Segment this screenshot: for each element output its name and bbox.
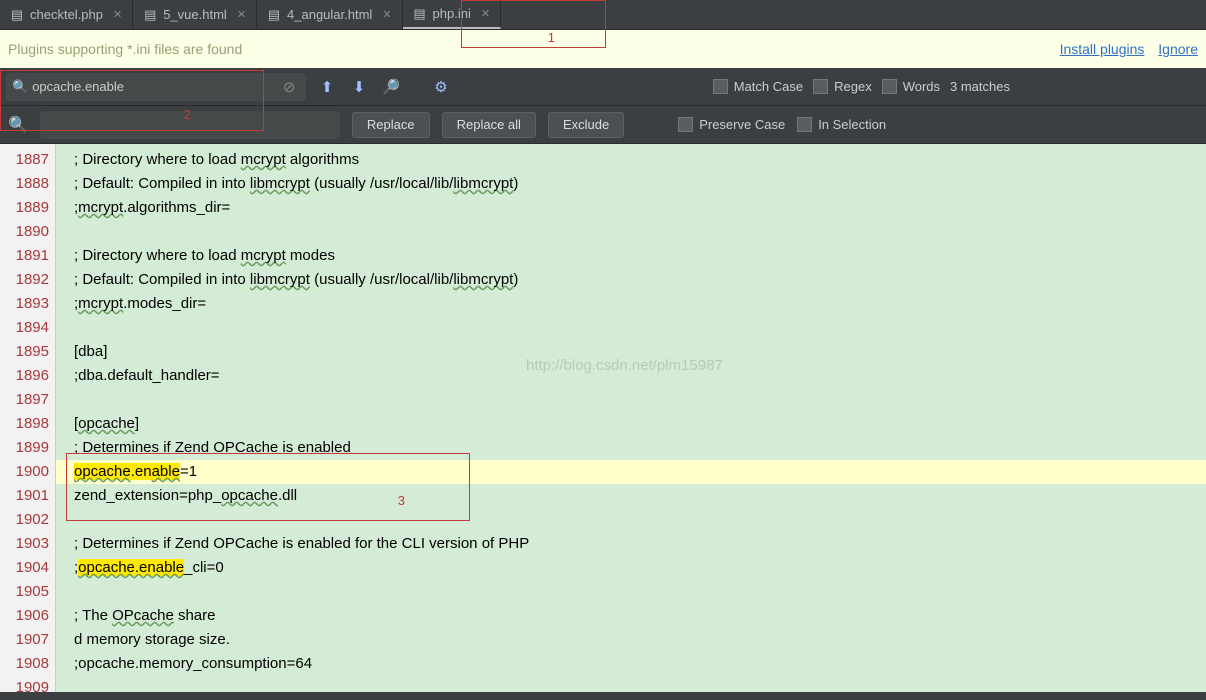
- notification-text: Plugins supporting *.ini files are found: [8, 41, 242, 57]
- in-selection-checkbox[interactable]: In Selection: [797, 117, 886, 132]
- tab-label: checktel.php: [30, 7, 103, 22]
- preserve-case-checkbox[interactable]: Preserve Case: [678, 117, 785, 132]
- tab-phpini[interactable]: ▤ php.ini ✕: [403, 0, 502, 29]
- line-number: 1897: [0, 388, 49, 412]
- line-number: 1890: [0, 220, 49, 244]
- regex-label: Regex: [834, 79, 872, 94]
- search-field-wrap: 🔍 ⊘: [6, 73, 306, 101]
- line-number: 1907: [0, 628, 49, 652]
- match-count: 3 matches: [950, 79, 1010, 94]
- line-number: 1895: [0, 340, 49, 364]
- line-number: 1909: [0, 676, 49, 700]
- preserve-case-label: Preserve Case: [699, 117, 785, 132]
- file-icon: ▤: [143, 8, 157, 22]
- close-icon[interactable]: ✕: [113, 8, 122, 21]
- line-number: 1896: [0, 364, 49, 388]
- line-number: 1899: [0, 436, 49, 460]
- replace-all-button[interactable]: Replace all: [442, 112, 536, 138]
- line-number: 1892: [0, 268, 49, 292]
- line-number: 1906: [0, 604, 49, 628]
- tab-angular[interactable]: ▤ 4_angular.html ✕: [257, 0, 403, 29]
- line-number: 1887: [0, 148, 49, 172]
- prev-match-icon[interactable]: ⬆: [316, 78, 338, 96]
- search-icon: 🔍: [12, 79, 28, 95]
- code-area[interactable]: http://blog.csdn.net/plm15987 ; Director…: [56, 144, 1206, 692]
- search-input[interactable]: [32, 79, 278, 94]
- file-icon: ▤: [10, 8, 24, 22]
- close-icon[interactable]: ✕: [481, 7, 490, 20]
- tab-vue[interactable]: ▤ 5_vue.html ✕: [133, 0, 257, 29]
- editor: 1887188818891890189118921893189418951896…: [0, 144, 1206, 692]
- close-icon[interactable]: ✕: [382, 8, 391, 21]
- replace-button[interactable]: Replace: [352, 112, 430, 138]
- line-number: 1904: [0, 556, 49, 580]
- in-selection-label: In Selection: [818, 117, 886, 132]
- ignore-link[interactable]: Ignore: [1158, 41, 1198, 57]
- clear-icon[interactable]: ⊘: [278, 78, 300, 96]
- tab-checktel[interactable]: ▤ checktel.php ✕: [0, 0, 133, 29]
- notification-links: Install plugins Ignore: [1050, 41, 1198, 57]
- tab-bar: ▤ checktel.php ✕ ▤ 5_vue.html ✕ ▤ 4_angu…: [0, 0, 1206, 30]
- line-number: 1894: [0, 316, 49, 340]
- find-all-icon[interactable]: 🔎: [380, 78, 402, 96]
- plugin-notification: Plugins supporting *.ini files are found…: [0, 30, 1206, 68]
- replace-bar: 🔍 Replace Replace all Exclude Preserve C…: [0, 106, 1206, 144]
- exclude-button[interactable]: Exclude: [548, 112, 624, 138]
- match-case-label: Match Case: [734, 79, 803, 94]
- line-number: 1901: [0, 484, 49, 508]
- tab-label: 5_vue.html: [163, 7, 227, 22]
- line-number: 1893: [0, 292, 49, 316]
- install-plugins-link[interactable]: Install plugins: [1060, 41, 1145, 57]
- file-icon: ▤: [267, 8, 281, 22]
- line-number: 1891: [0, 244, 49, 268]
- search-bar: 🔍 ⊘ ⬆ ⬇ 🔎 ⚙ Match Case Regex Words 3 mat…: [0, 68, 1206, 106]
- close-icon[interactable]: ✕: [237, 8, 246, 21]
- line-number: 1889: [0, 196, 49, 220]
- regex-checkbox[interactable]: Regex: [813, 79, 872, 94]
- line-number: 1905: [0, 580, 49, 604]
- words-label: Words: [903, 79, 940, 94]
- line-number: 1903: [0, 532, 49, 556]
- words-checkbox[interactable]: Words: [882, 79, 940, 94]
- tab-label: php.ini: [433, 6, 471, 21]
- line-number: 1902: [0, 508, 49, 532]
- replace-input[interactable]: [40, 111, 340, 139]
- next-match-icon[interactable]: ⬇: [348, 78, 370, 96]
- file-icon: ▤: [413, 7, 427, 21]
- gutter: 1887188818891890189118921893189418951896…: [0, 144, 56, 692]
- line-number: 1898: [0, 412, 49, 436]
- line-number: 1900: [0, 460, 49, 484]
- replace-icon: 🔍: [8, 115, 28, 135]
- match-case-checkbox[interactable]: Match Case: [713, 79, 803, 94]
- tab-label: 4_angular.html: [287, 7, 372, 22]
- settings-icon[interactable]: ⚙: [430, 78, 452, 96]
- line-number: 1908: [0, 652, 49, 676]
- line-number: 1888: [0, 172, 49, 196]
